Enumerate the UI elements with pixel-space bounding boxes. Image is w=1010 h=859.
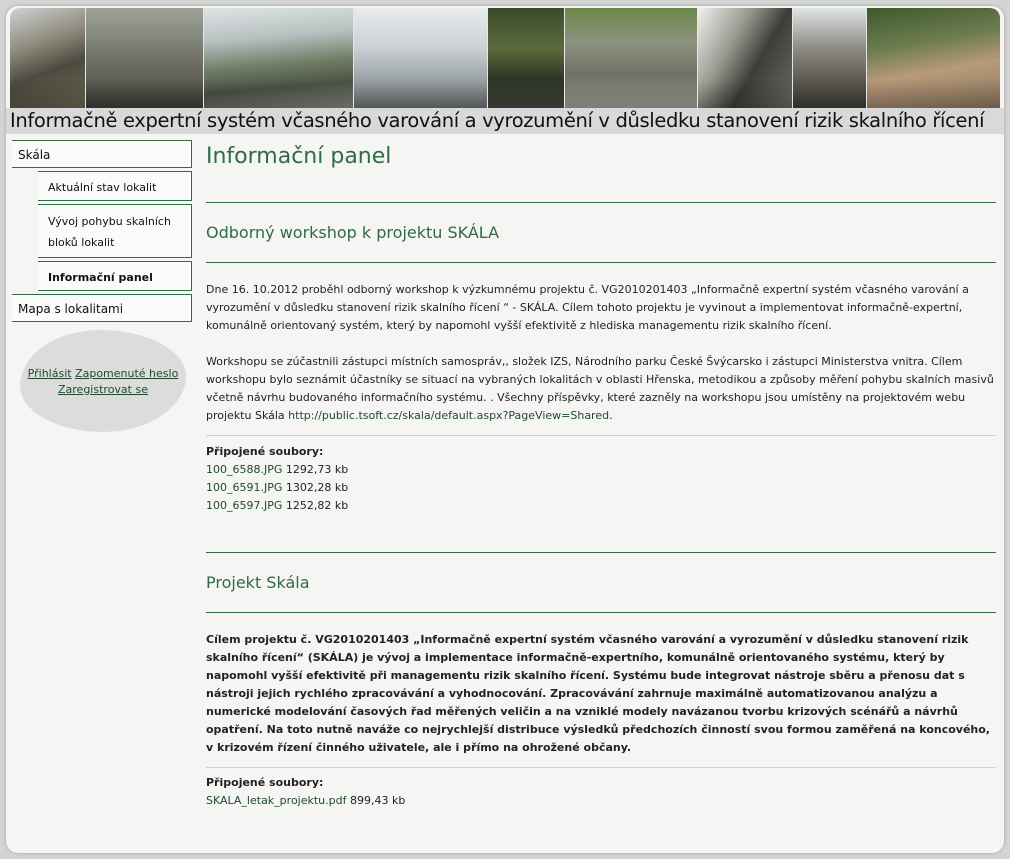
- sidebar-item-aktualni-stav[interactable]: Aktuální stav lokalit: [38, 171, 192, 201]
- divider: [206, 202, 996, 203]
- site-title: Informačně expertní systém včasného varo…: [10, 109, 985, 132]
- attachment-link[interactable]: 100_6597.JPG: [206, 499, 282, 512]
- page-title: Informační panel: [206, 144, 392, 169]
- attachment-item: 100_6597.JPG 1252,82 kb: [206, 497, 996, 515]
- banner-photo-road-boulders: [203, 8, 354, 110]
- divider: [206, 552, 996, 553]
- sidebar: Skála Aktuální stav lokalit Vývoj pohybu…: [12, 140, 192, 432]
- project-web-link[interactable]: http://public.tsoft.cz/skala/default.asp…: [288, 409, 609, 422]
- title-bar: Informačně expertní systém včasného varo…: [6, 108, 1004, 134]
- attachment-item: SKALA_letak_projektu.pdf 899,43 kb: [206, 792, 996, 810]
- login-panel: Přihlásit Zapomenuté heslo Zaregistrovat…: [20, 330, 186, 432]
- divider: [206, 767, 996, 768]
- article-paragraph: Workshopu se zúčastnili zástupci místníc…: [206, 353, 996, 425]
- article-paragraph: Cílem projektu č. VG2010201403 „Informač…: [206, 633, 990, 754]
- forgot-password-link[interactable]: Zapomenuté heslo: [75, 367, 178, 380]
- attachments-label: Připojené soubory:: [206, 445, 324, 458]
- attachment-link[interactable]: 100_6591.JPG: [206, 481, 282, 494]
- banner-photo-fallen-boulder: [866, 8, 1000, 110]
- attachment-size: 1292,73 kb: [285, 463, 349, 476]
- banner-photo-rock-crack: [697, 8, 792, 110]
- banner-photo-rockfall-road: [85, 8, 204, 110]
- sidebar-item-informacni-panel[interactable]: Informační panel: [38, 261, 192, 291]
- banner-photo-rock-tower: [791, 8, 867, 110]
- banner-photo-survey-marker: [487, 8, 564, 110]
- sidebar-item-vyvoj-pohybu[interactable]: Vývoj pohybu skalních bloků lokalit: [38, 204, 192, 258]
- attachments-label: Připojené soubory:: [206, 776, 324, 789]
- article-text: .: [609, 409, 613, 422]
- header-banner: [10, 8, 1000, 110]
- attachment-size: 1302,28 kb: [285, 481, 349, 494]
- register-row: Zaregistrovat se: [20, 383, 186, 396]
- page-frame: Informačně expertní systém včasného varo…: [6, 6, 1004, 853]
- article-title: Projekt Skála: [206, 573, 310, 592]
- main-content: Informační panel Odborný workshop k proj…: [206, 140, 996, 810]
- attachment-item: 100_6591.JPG 1302,28 kb: [206, 479, 996, 497]
- divider: [206, 612, 996, 613]
- login-row: Přihlásit Zapomenuté heslo: [20, 367, 186, 380]
- login-link[interactable]: Přihlásit: [28, 367, 72, 380]
- article-title: Odborný workshop k projektu SKÁLA: [206, 223, 500, 242]
- attachment-link[interactable]: SKALA_letak_projektu.pdf: [206, 794, 347, 807]
- attachment-size: 1252,82 kb: [285, 499, 349, 512]
- divider: [206, 262, 996, 263]
- article-paragraph: Dne 16. 10.2012 proběhl odborný workshop…: [206, 283, 969, 332]
- banner-photo-sandstone-blocks: [563, 8, 698, 110]
- register-link[interactable]: Zaregistrovat se: [58, 383, 148, 396]
- banner-photo-police-car: [353, 8, 488, 110]
- banner-photo-rock-cliff: [10, 8, 86, 110]
- attachment-size: 899,43 kb: [350, 794, 406, 807]
- sidebar-item-mapa[interactable]: Mapa s lokalitami: [12, 294, 192, 322]
- attachment-link[interactable]: 100_6588.JPG: [206, 463, 282, 476]
- attachment-item: 100_6588.JPG 1292,73 kb: [206, 461, 996, 479]
- divider: [206, 435, 996, 436]
- sidebar-item-skala[interactable]: Skála: [12, 140, 192, 168]
